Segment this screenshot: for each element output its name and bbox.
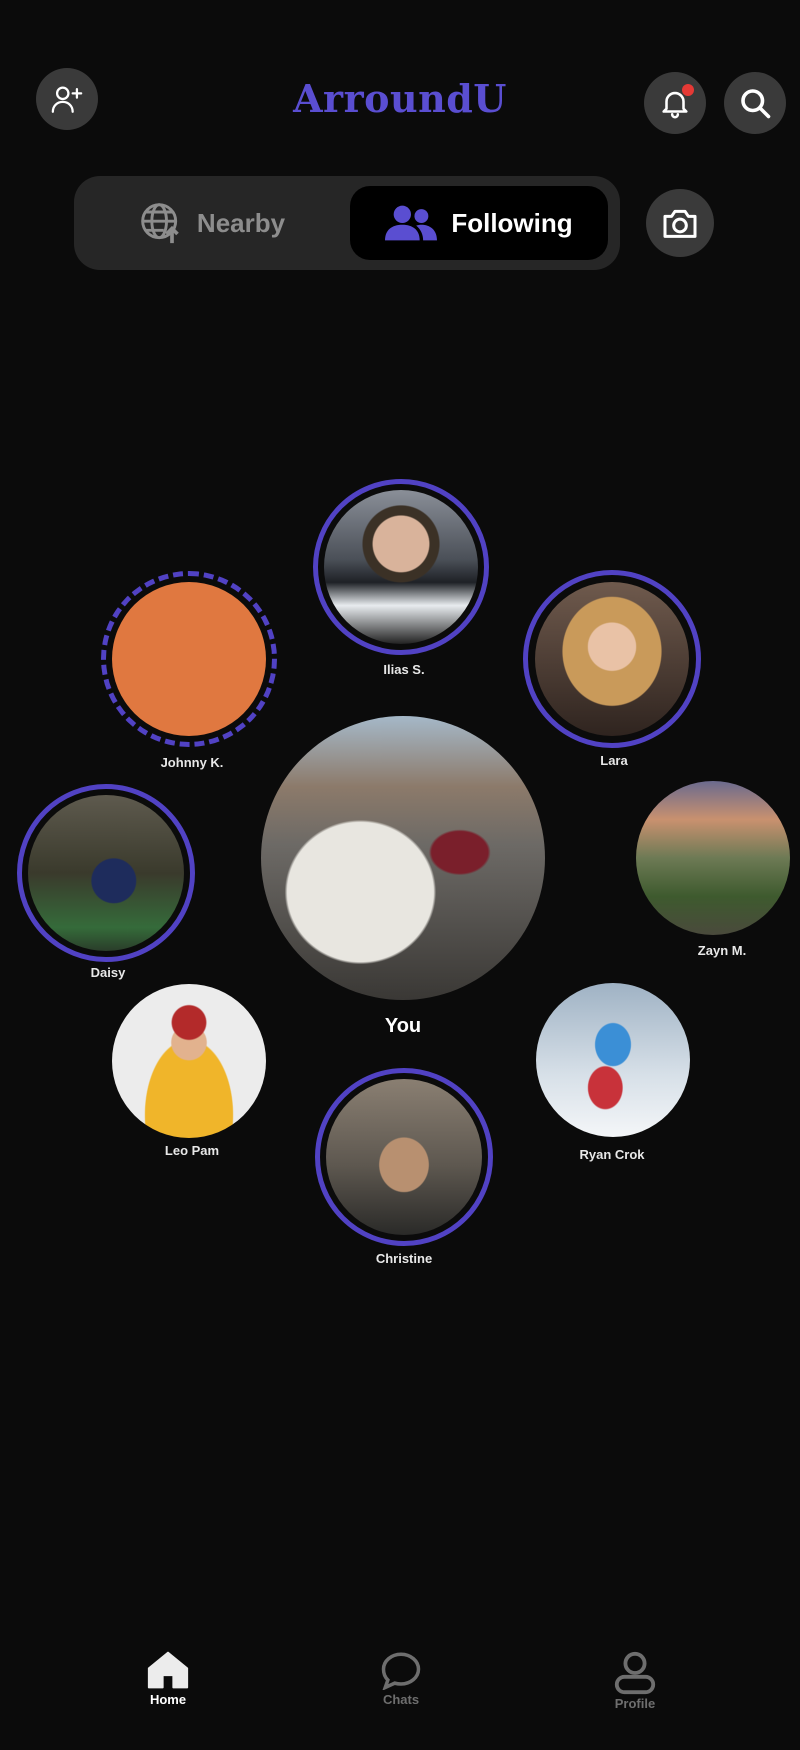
- search-icon: [741, 89, 771, 119]
- avatar-daisy[interactable]: [28, 795, 184, 951]
- avatar-ryan[interactable]: [536, 983, 690, 1137]
- search-button[interactable]: [724, 72, 786, 134]
- tab-nearby-label: Nearby: [196, 207, 286, 238]
- person-name: Zayn M.: [697, 943, 747, 958]
- avatar-johnny-placeholder[interactable]: [112, 582, 266, 736]
- avatar-leo[interactable]: [112, 984, 266, 1138]
- notification-badge: [682, 84, 694, 96]
- nav-chats[interactable]: Chats: [341, 1650, 461, 1707]
- person-name: Christine: [375, 1251, 433, 1266]
- you-label: You: [384, 1015, 422, 1037]
- camera-button[interactable]: [646, 189, 714, 257]
- tab-following[interactable]: Following: [350, 186, 608, 260]
- tab-following-label: Following: [451, 207, 573, 238]
- feed-tab-switcher: Nearby Following: [74, 176, 620, 270]
- nav-profile[interactable]: Profile: [575, 1650, 695, 1711]
- home-icon: [147, 1651, 189, 1689]
- nav-chats-label: Chats: [382, 1692, 420, 1707]
- tab-nearby[interactable]: Nearby: [92, 186, 332, 260]
- nav-home[interactable]: Home: [108, 1650, 228, 1707]
- avatar-christine[interactable]: [326, 1079, 482, 1235]
- avatar-you[interactable]: [261, 716, 545, 1000]
- person-name: Johnny K.: [160, 755, 224, 770]
- globe-upload-icon: [141, 203, 179, 244]
- person-name: Ilias S.: [383, 662, 425, 677]
- notifications-button[interactable]: [644, 72, 706, 134]
- avatar-lara[interactable]: [535, 582, 689, 736]
- people-icon: [385, 205, 438, 241]
- person-name: Daisy: [90, 965, 126, 980]
- profile-icon: [614, 1651, 656, 1695]
- camera-icon: [663, 209, 697, 238]
- avatar-ilias[interactable]: [324, 490, 478, 644]
- person-name: Lara: [600, 753, 628, 768]
- person-name: Leo Pam: [164, 1143, 220, 1158]
- nav-home-label: Home: [149, 1692, 187, 1707]
- avatar-zayn[interactable]: [636, 781, 790, 935]
- nav-profile-label: Profile: [614, 1696, 656, 1711]
- person-name: Ryan Crok: [579, 1147, 645, 1162]
- chat-bubble-icon: [381, 1652, 421, 1690]
